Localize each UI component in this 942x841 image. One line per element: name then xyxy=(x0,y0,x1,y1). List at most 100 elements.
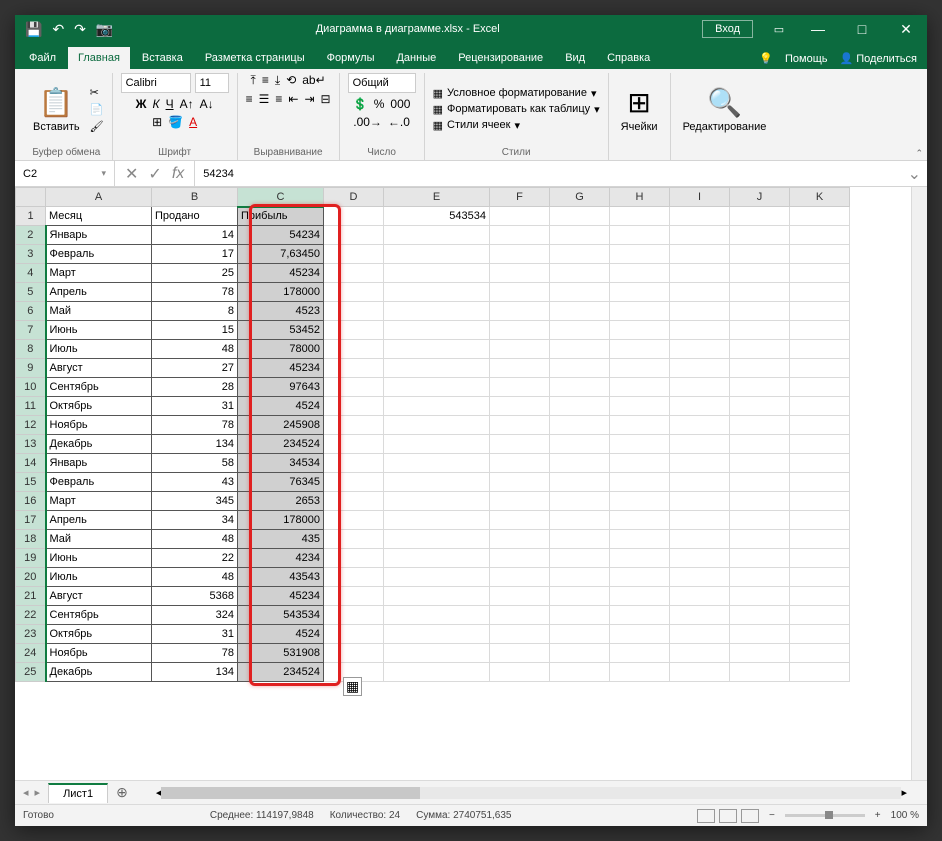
cell-blank[interactable] xyxy=(384,264,490,283)
cell-D1[interactable] xyxy=(324,207,384,226)
cell-blank[interactable] xyxy=(550,511,610,530)
cell-A13[interactable]: Декабрь xyxy=(46,435,152,454)
cell-blank[interactable] xyxy=(730,568,790,587)
cell-blank[interactable] xyxy=(790,644,850,663)
tab-вставка[interactable]: Вставка xyxy=(132,47,193,69)
cell-blank[interactable] xyxy=(610,606,670,625)
cell-blank[interactable] xyxy=(324,549,384,568)
row-header-13[interactable]: 13 xyxy=(16,435,46,454)
col-header-E[interactable]: E xyxy=(384,188,490,207)
cell-blank[interactable] xyxy=(790,378,850,397)
cell-A6[interactable]: Май xyxy=(46,302,152,321)
cell-A18[interactable]: Май xyxy=(46,530,152,549)
cell-blank[interactable] xyxy=(324,435,384,454)
cell-blank[interactable] xyxy=(490,644,550,663)
page-break-icon[interactable] xyxy=(741,809,759,823)
cell-blank[interactable] xyxy=(324,359,384,378)
cell-blank[interactable] xyxy=(384,530,490,549)
cell-blank[interactable] xyxy=(384,568,490,587)
redo-icon[interactable]: ↷ xyxy=(74,21,86,38)
cell-C25[interactable]: 234524 xyxy=(238,663,324,682)
cell-blank[interactable] xyxy=(490,207,550,226)
cell-blank[interactable] xyxy=(790,245,850,264)
cell-blank[interactable] xyxy=(610,359,670,378)
cell-blank[interactable] xyxy=(490,435,550,454)
cell-blank[interactable] xyxy=(790,568,850,587)
cell-blank[interactable] xyxy=(610,283,670,302)
cell-blank[interactable] xyxy=(790,663,850,682)
font-color-icon[interactable]: A xyxy=(189,115,197,129)
fill-color-icon[interactable]: 🪣 xyxy=(168,115,183,129)
cell-blank[interactable] xyxy=(790,226,850,245)
cell-blank[interactable] xyxy=(670,473,730,492)
cell-blank[interactable] xyxy=(670,340,730,359)
cell-blank[interactable] xyxy=(490,625,550,644)
cell-blank[interactable] xyxy=(550,644,610,663)
cell-blank[interactable] xyxy=(384,245,490,264)
orientation-icon[interactable]: ⟲ xyxy=(286,73,296,88)
cell-blank[interactable] xyxy=(610,226,670,245)
cell-blank[interactable] xyxy=(730,283,790,302)
cell-A19[interactable]: Июнь xyxy=(46,549,152,568)
cell-A22[interactable]: Сентябрь xyxy=(46,606,152,625)
cell-blank[interactable] xyxy=(490,378,550,397)
cell-blank[interactable] xyxy=(610,530,670,549)
tell-me-icon[interactable]: 💡 xyxy=(759,52,773,65)
row-header-4[interactable]: 4 xyxy=(16,264,46,283)
quick-analysis-icon[interactable]: ▦ xyxy=(343,677,362,696)
cell-blank[interactable] xyxy=(550,302,610,321)
cell-blank[interactable] xyxy=(490,454,550,473)
cell-blank[interactable] xyxy=(324,492,384,511)
cell-blank[interactable] xyxy=(610,492,670,511)
paste-button[interactable]: 📋 Вставить xyxy=(29,84,84,135)
cell-C22[interactable]: 543534 xyxy=(238,606,324,625)
zoom-level[interactable]: 100 % xyxy=(891,810,919,821)
cell-blank[interactable] xyxy=(324,302,384,321)
cell-A1[interactable]: Месяц xyxy=(46,207,152,226)
cell-blank[interactable] xyxy=(324,625,384,644)
cell-B10[interactable]: 28 xyxy=(152,378,238,397)
cell-blank[interactable] xyxy=(670,530,730,549)
cell-blank[interactable] xyxy=(790,492,850,511)
cell-C19[interactable]: 4234 xyxy=(238,549,324,568)
cell-blank[interactable] xyxy=(670,226,730,245)
cell-blank[interactable] xyxy=(550,378,610,397)
cell-blank[interactable] xyxy=(490,473,550,492)
cell-B15[interactable]: 43 xyxy=(152,473,238,492)
col-header-I[interactable]: I xyxy=(670,188,730,207)
cell-blank[interactable] xyxy=(610,397,670,416)
sheet-tab[interactable]: Лист1 xyxy=(48,783,108,803)
cell-B5[interactable]: 78 xyxy=(152,283,238,302)
cell-A8[interactable]: Июль xyxy=(46,340,152,359)
cell-B4[interactable]: 25 xyxy=(152,264,238,283)
row-header-17[interactable]: 17 xyxy=(16,511,46,530)
cell-blank[interactable] xyxy=(670,264,730,283)
cell-A16[interactable]: Март xyxy=(46,492,152,511)
col-header-A[interactable]: A xyxy=(46,188,152,207)
comma-icon[interactable]: 000 xyxy=(390,97,410,111)
row-header-14[interactable]: 14 xyxy=(16,454,46,473)
cell-C3[interactable]: 7,63450 xyxy=(238,245,324,264)
tab-формулы[interactable]: Формулы xyxy=(317,47,385,69)
row-header-9[interactable]: 9 xyxy=(16,359,46,378)
cell-blank[interactable] xyxy=(730,644,790,663)
cell-blank[interactable] xyxy=(790,416,850,435)
cell-blank[interactable] xyxy=(324,530,384,549)
row-header-19[interactable]: 19 xyxy=(16,549,46,568)
cell-blank[interactable] xyxy=(550,625,610,644)
cell-blank[interactable] xyxy=(670,302,730,321)
cell-blank[interactable] xyxy=(324,644,384,663)
cell-C1[interactable]: Прибыль xyxy=(238,207,324,226)
cell-A21[interactable]: Август xyxy=(46,587,152,606)
cell-blank[interactable] xyxy=(790,435,850,454)
cell-blank[interactable] xyxy=(790,321,850,340)
font-size-select[interactable] xyxy=(195,73,229,93)
cell-blank[interactable] xyxy=(384,416,490,435)
cell-blank[interactable] xyxy=(730,397,790,416)
row-header-12[interactable]: 12 xyxy=(16,416,46,435)
cell-blank[interactable] xyxy=(384,359,490,378)
cell-blank[interactable] xyxy=(670,435,730,454)
col-header-K[interactable]: K xyxy=(790,188,850,207)
cell-blank[interactable] xyxy=(610,625,670,644)
cell-blank[interactable] xyxy=(790,625,850,644)
